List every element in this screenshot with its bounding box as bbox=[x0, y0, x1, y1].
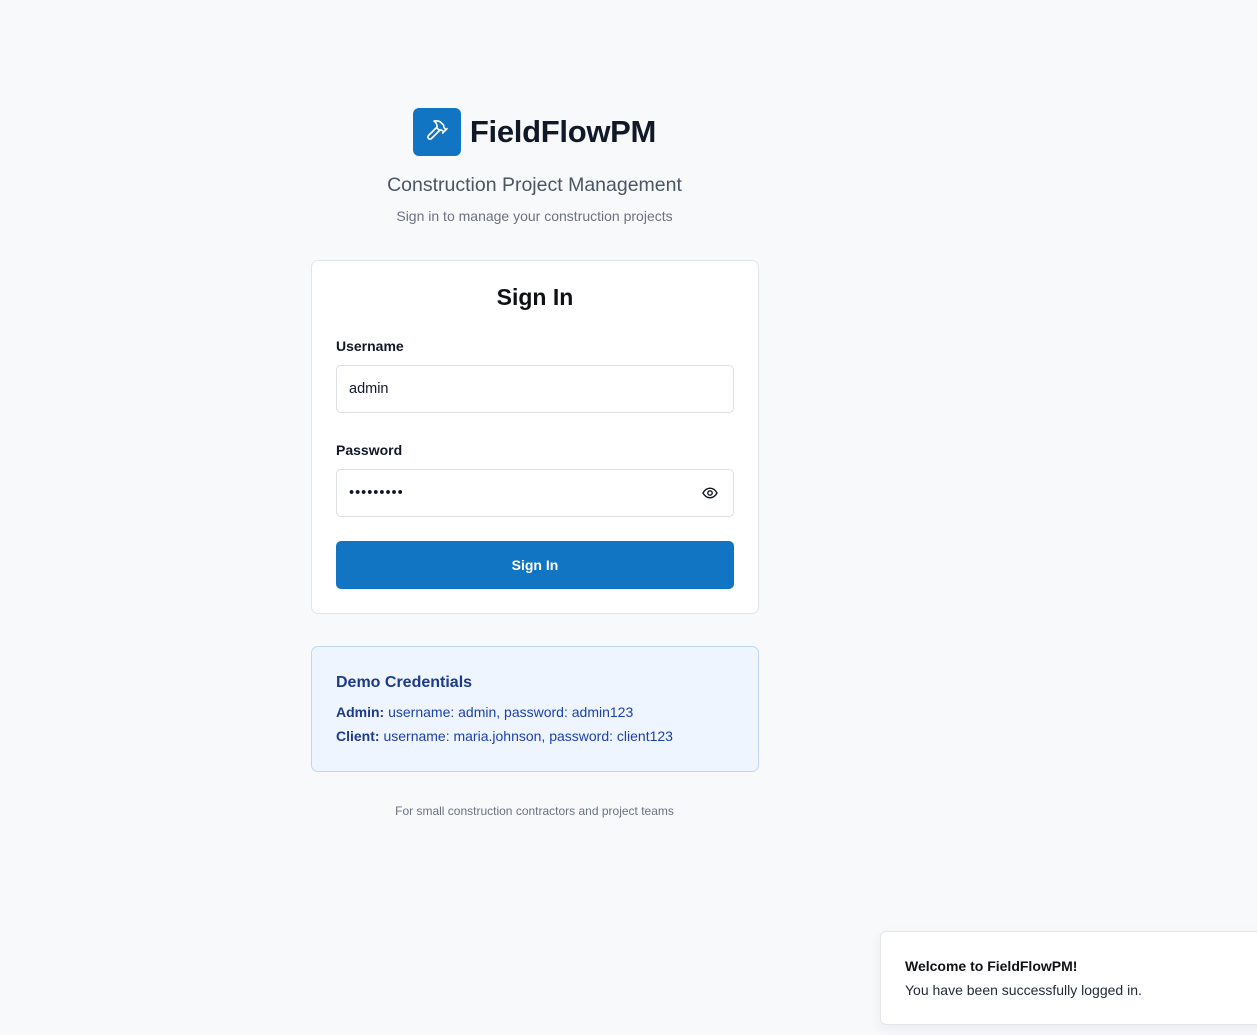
login-page: FieldFlowPM Construction Project Managem… bbox=[0, 0, 1257, 1035]
demo-admin-text: username: admin, password: admin123 bbox=[388, 704, 634, 720]
page-subtitle: Construction Project Management bbox=[387, 174, 682, 196]
password-input[interactable] bbox=[336, 469, 734, 517]
eye-icon[interactable] bbox=[698, 485, 722, 501]
demo-client-credentials: Client: username: maria.johnson, passwor… bbox=[336, 728, 673, 744]
username-label: Username bbox=[336, 338, 404, 354]
footer-note: For small construction contractors and p… bbox=[395, 804, 674, 818]
demo-credentials-title: Demo Credentials bbox=[336, 674, 473, 691]
hammer-icon bbox=[425, 118, 449, 147]
toast-title: Welcome to FieldFlowPM! bbox=[905, 958, 1078, 974]
signin-title: Sign In bbox=[496, 284, 574, 310]
toast-notification[interactable]: Welcome to FieldFlowPM! You have been su… bbox=[880, 931, 1257, 1025]
page-tagline: Sign in to manage your construction proj… bbox=[396, 208, 673, 224]
demo-admin-credentials: Admin: username: admin, password: admin1… bbox=[336, 704, 633, 720]
demo-client-label: Client: bbox=[336, 728, 380, 744]
demo-credentials-panel: Demo Credentials Admin: username: admin,… bbox=[311, 646, 759, 772]
signin-card: Sign In Username Password Sign In bbox=[311, 260, 759, 614]
brand-name: FieldFlowPM bbox=[469, 114, 657, 149]
demo-client-text: username: maria.johnson, password: clien… bbox=[383, 728, 673, 744]
signin-button[interactable]: Sign In bbox=[336, 541, 734, 589]
toast-message: You have been successfully logged in. bbox=[905, 982, 1142, 998]
password-label: Password bbox=[336, 442, 403, 458]
username-input[interactable] bbox=[336, 365, 734, 413]
brand-logo bbox=[412, 108, 461, 156]
brand-header: FieldFlowPM bbox=[0, 108, 1069, 156]
demo-admin-label: Admin: bbox=[336, 704, 385, 720]
